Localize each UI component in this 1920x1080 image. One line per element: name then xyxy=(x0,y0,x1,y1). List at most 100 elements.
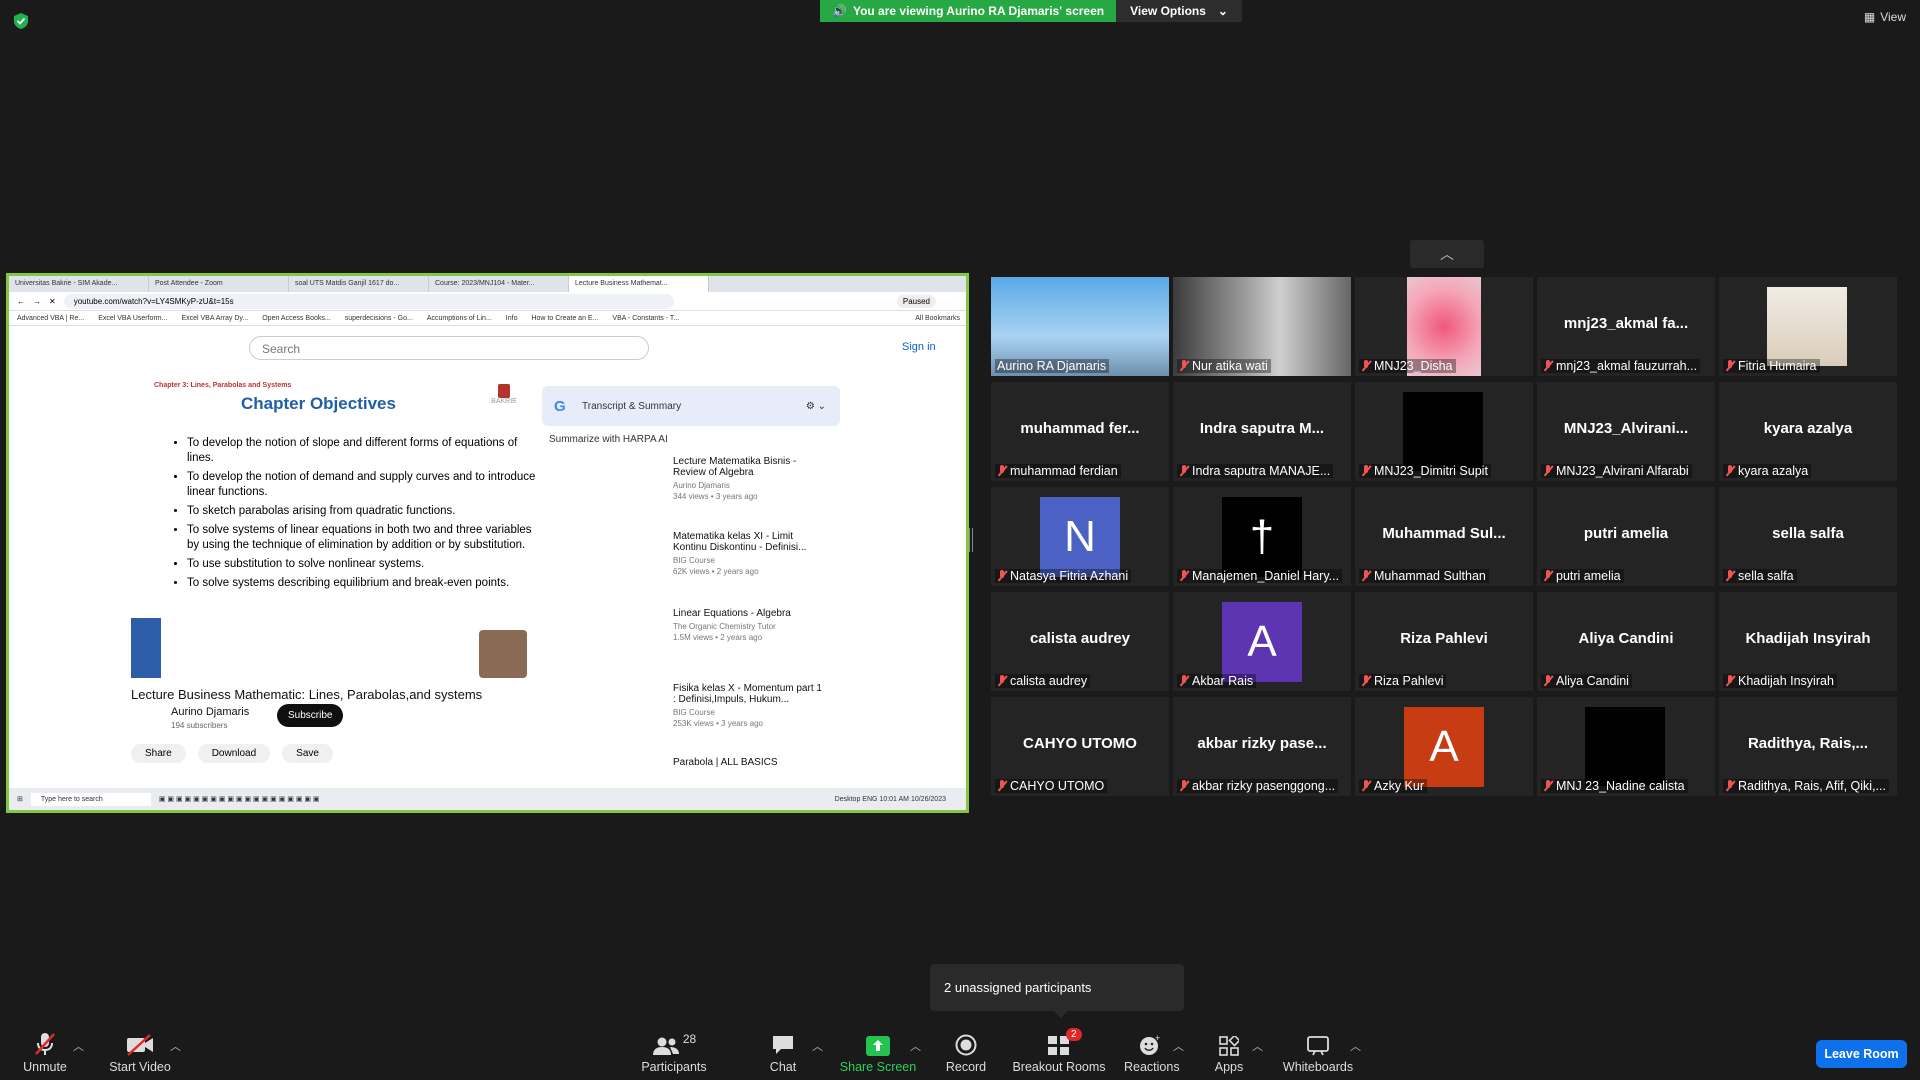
reactions-button[interactable]: + Reactions xyxy=(1124,1032,1180,1074)
sign-in-link[interactable]: Sign in xyxy=(902,341,936,353)
apps-button[interactable]: Apps xyxy=(1213,1032,1245,1074)
participant-tile[interactable]: MNJ23_Disha xyxy=(1355,277,1533,376)
channel-name[interactable]: Aurino Djamaris xyxy=(171,706,249,718)
all-bookmarks[interactable]: All Bookmarks xyxy=(915,315,960,322)
split-view-divider[interactable] xyxy=(969,528,973,552)
participant-tile[interactable]: Radithya, Rais,... Radithya, Rais, Afif, … xyxy=(1719,697,1897,796)
collapse-gallery-button[interactable]: ︿ xyxy=(1410,240,1484,268)
youtube-search-input[interactable]: Search xyxy=(249,336,649,360)
video-options-caret[interactable]: ︿ xyxy=(170,1038,181,1054)
bookmark[interactable]: Accumptions of Lin... xyxy=(427,315,492,322)
participant-tile[interactable]: A Akbar Rais xyxy=(1173,592,1351,691)
start-video-button[interactable]: Start Video xyxy=(105,1032,175,1074)
share-options-caret[interactable]: ︿ xyxy=(910,1038,921,1054)
date-label: 10/26/2023 xyxy=(910,795,946,803)
recommendation[interactable]: Matematika kelas XI - Limit Kontinu Disk… xyxy=(673,531,823,577)
unmute-button[interactable]: Unmute xyxy=(20,1032,70,1074)
taskbar-search[interactable]: Type here to search xyxy=(30,792,151,806)
browser-tab-active[interactable]: Lecture Business Mathemat... xyxy=(569,276,709,292)
participant-tile[interactable]: muhammad fer... muhammad ferdian xyxy=(991,382,1169,481)
participant-tile[interactable]: MNJ 23_Nadine calista xyxy=(1537,697,1715,796)
download-button[interactable]: Download xyxy=(197,744,271,763)
recommendation[interactable]: Lecture Matematika Bisnis - Review of Al… xyxy=(673,456,823,502)
settings-icon[interactable]: ⚙ ⌄ xyxy=(806,401,826,412)
record-button[interactable]: Record xyxy=(942,1032,990,1074)
apps-label: Apps xyxy=(1214,1060,1244,1074)
participant-tile[interactable]: MNJ23_Alvirani... MNJ23_Alvirani Alfarabi xyxy=(1537,382,1715,481)
apps-options-caret[interactable]: ︿ xyxy=(1252,1038,1263,1054)
participants-button[interactable]: 28 Participants xyxy=(638,1032,710,1074)
participant-tile[interactable]: Fitria Humaira xyxy=(1719,277,1897,376)
bookmark[interactable]: Advanced VBA | Re... xyxy=(17,315,84,322)
participant-name: Aliya Candini xyxy=(1556,674,1629,688)
browser-tab[interactable]: Course: 2023/MNJ104 - Mater... xyxy=(429,276,569,292)
browser-tab[interactable]: Post Attendee - Zoom xyxy=(149,276,289,292)
participant-tile[interactable]: CAHYO UTOMO CAHYO UTOMO xyxy=(991,697,1169,796)
svg-text:+: + xyxy=(1155,1034,1160,1043)
participant-tile[interactable]: Riza Pahlevi Riza Pahlevi xyxy=(1355,592,1533,691)
reactions-options-caret[interactable]: ︿ xyxy=(1173,1038,1184,1054)
chat-options-caret[interactable]: ︿ xyxy=(812,1038,823,1054)
participant-video xyxy=(1403,392,1483,471)
muted-mic-icon xyxy=(1179,360,1189,372)
bookmark[interactable]: superdecisions - Go... xyxy=(345,315,413,322)
back-icon[interactable]: ← xyxy=(17,297,25,306)
share-button[interactable]: Share xyxy=(131,744,186,763)
browser-tab[interactable]: soal UTS Matdis Ganjil 1617 do... xyxy=(289,276,429,292)
encryption-shield-icon[interactable] xyxy=(12,12,30,30)
participant-tile[interactable]: Indra saputra M... Indra saputra MANAJE..… xyxy=(1173,382,1351,481)
subscribe-button[interactable]: Subscribe xyxy=(277,704,344,727)
muted-mic-icon xyxy=(1179,570,1189,582)
taskbar-apps[interactable]: ▣ ▣ ▣ ▣ ▣ ▣ ▣ ▣ ▣ ▣ ▣ ▣ ▣ ▣ ▣ ▣ ▣ ▣ ▣ xyxy=(159,795,320,803)
participant-tile[interactable]: N Natasya Fitria Azhani xyxy=(991,487,1169,586)
paused-badge[interactable]: Paused xyxy=(896,294,936,308)
recommendation[interactable]: Fisika kelas X - Momentum part 1 : Defin… xyxy=(673,683,823,729)
participant-name: MNJ23_Dimitri Supit xyxy=(1374,464,1488,478)
share-screen-button[interactable]: Share Screen xyxy=(838,1032,918,1074)
chat-button[interactable]: Chat xyxy=(763,1032,803,1074)
pearson-book-cover xyxy=(131,618,161,678)
windows-start-icon[interactable]: ⊞ xyxy=(17,795,23,803)
slide-title: Chapter Objectives xyxy=(241,394,396,413)
participant-name-label: akbar rizky pasenggong... xyxy=(1177,779,1339,793)
stop-icon[interactable]: ✕ xyxy=(49,297,56,306)
bookmark[interactable]: How to Create an E... xyxy=(531,315,598,322)
bookmark[interactable]: VBA - Constants - T... xyxy=(612,315,679,322)
bookmark[interactable]: Open Access Books... xyxy=(262,315,330,322)
whiteboards-button[interactable]: Whiteboards xyxy=(1282,1032,1354,1074)
participant-tile[interactable]: † Manajemen_Daniel Hary... xyxy=(1173,487,1351,586)
audio-options-caret[interactable]: ︿ xyxy=(73,1038,84,1054)
save-button[interactable]: Save xyxy=(282,744,333,763)
recommendation[interactable]: Parabola | ALL BASICS xyxy=(673,757,823,768)
participant-tile[interactable]: akbar rizky pase... akbar rizky pasenggon… xyxy=(1173,697,1351,796)
participant-tile[interactable]: calista audrey calista audrey xyxy=(991,592,1169,691)
bookmark[interactable]: Excel VBA Array Dy... xyxy=(181,315,248,322)
leave-room-button[interactable]: Leave Room xyxy=(1816,1040,1907,1068)
participant-tile[interactable]: sella salfa sella salfa xyxy=(1719,487,1897,586)
browser-tab[interactable]: Universitas Bakrie - SIM Akade... xyxy=(9,276,149,292)
view-button[interactable]: ▦ View xyxy=(1864,10,1906,24)
muted-mic-icon xyxy=(1543,360,1553,372)
whiteboards-options-caret[interactable]: ︿ xyxy=(1350,1038,1361,1054)
participant-tile[interactable]: Khadijah Insyirah Khadijah Insyirah xyxy=(1719,592,1897,691)
participant-tile[interactable]: Aurino RA Djamaris xyxy=(991,277,1169,376)
forward-icon[interactable]: → xyxy=(33,297,41,306)
participant-tile[interactable]: Nur atika wati xyxy=(1173,277,1351,376)
participant-name-label: Riza Pahlevi xyxy=(1359,674,1447,688)
url-field[interactable]: youtube.com/watch?v=LY4SMKyP-zU&t=15s xyxy=(63,293,674,309)
bookmark[interactable]: Info xyxy=(506,315,518,322)
transcript-summary-panel[interactable]: G Transcript & Summary ⚙ ⌄ xyxy=(542,386,840,426)
participant-tile[interactable]: A Azky Kur xyxy=(1355,697,1533,796)
participant-tile[interactable]: mnj23_akmal fa... mnj23_akmal fauzurrah..… xyxy=(1537,277,1715,376)
harpa-summarize-button[interactable]: Summarize with HARPA AI xyxy=(549,434,668,445)
participant-tile[interactable]: Aliya Candini Aliya Candini xyxy=(1537,592,1715,691)
participant-tile[interactable]: putri amelia putri amelia xyxy=(1537,487,1715,586)
participant-tile[interactable]: Muhammad Sul... Muhammad Sulthan xyxy=(1355,487,1533,586)
bookmark[interactable]: Excel VBA Userform... xyxy=(98,315,167,322)
participant-tile[interactable]: MNJ23_Dimitri Supit xyxy=(1355,382,1533,481)
participant-name-label: mnj23_akmal fauzurrah... xyxy=(1541,359,1701,373)
view-options-button[interactable]: View Options ⌄ xyxy=(1116,0,1242,22)
participant-tile[interactable]: kyara azalya kyara azalya xyxy=(1719,382,1897,481)
breakout-rooms-button[interactable]: 2 Breakout Rooms xyxy=(1012,1028,1106,1074)
recommendation[interactable]: Linear Equations - Algebra The Organic C… xyxy=(673,608,823,643)
